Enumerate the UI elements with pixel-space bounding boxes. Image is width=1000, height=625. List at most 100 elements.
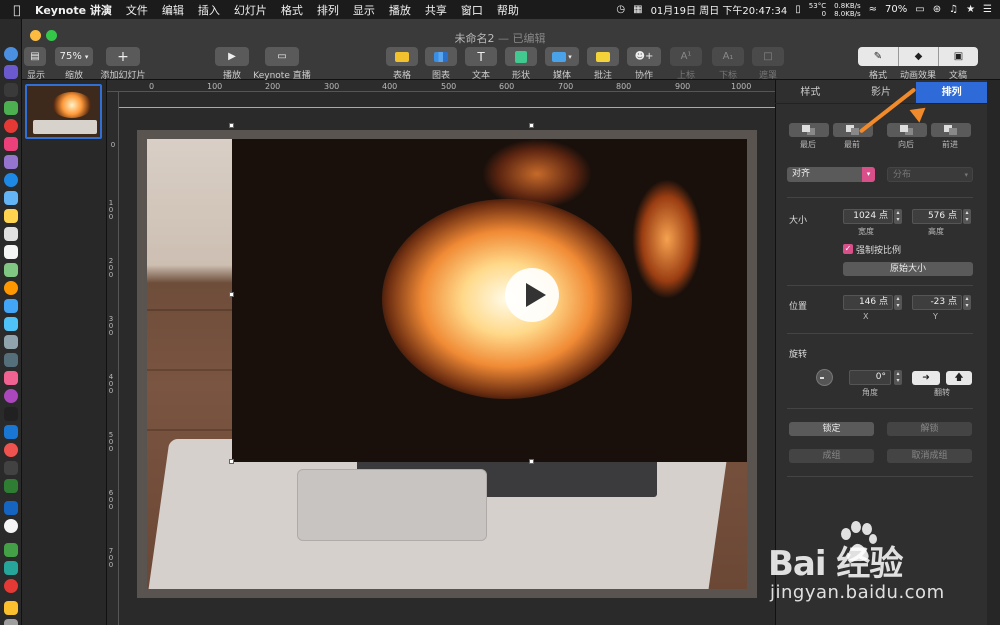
messages-dock-icon[interactable]	[4, 299, 18, 313]
send-backward-button[interactable]	[887, 123, 927, 137]
system-stats[interactable]: 53°C 0	[809, 2, 826, 18]
selection-handle[interactable]	[529, 459, 534, 464]
trash-dock-icon[interactable]	[4, 619, 18, 625]
safari-dock-icon[interactable]	[4, 173, 18, 187]
network-stats[interactable]: 0.8KB/s 8.0KB/s	[834, 2, 861, 18]
selection-handle[interactable]	[229, 292, 234, 297]
menu-share[interactable]: 共享	[425, 2, 447, 18]
photos-dock-icon[interactable]	[4, 281, 18, 295]
distribute-select[interactable]: 分布 ▾	[887, 167, 973, 182]
app-dock-icon[interactable]	[4, 501, 18, 515]
menu-play[interactable]: 播放	[389, 2, 411, 18]
phone-icon[interactable]: ▯	[795, 4, 801, 15]
datetime[interactable]: 01月19日 周日 下午20:47:34	[651, 2, 788, 17]
format-button[interactable]: ✎	[858, 47, 898, 66]
facetime-dock-icon[interactable]	[4, 317, 18, 331]
menu-slide[interactable]: 幻灯片	[234, 2, 267, 18]
apple-icon[interactable]: 	[6, 3, 28, 17]
chrome-dock-icon[interactable]	[4, 119, 18, 133]
app-store-dock-icon[interactable]	[4, 425, 18, 439]
android-dock-icon[interactable]	[4, 101, 18, 115]
battery-icon[interactable]: ▭	[915, 4, 924, 15]
collaborate-button[interactable]: ☻+	[627, 47, 661, 66]
app-dock-icon[interactable]	[4, 191, 18, 205]
app-dock-icon[interactable]	[4, 335, 18, 349]
comment-button[interactable]	[587, 47, 619, 66]
menu-help[interactable]: 帮助	[497, 2, 519, 18]
tab-style[interactable]: 样式	[775, 82, 846, 103]
bring-forward-button[interactable]	[931, 123, 971, 137]
x-field[interactable]: 146 点	[843, 295, 893, 310]
angle-field[interactable]: 0°	[849, 370, 891, 385]
wifi-icon[interactable]: ≈	[869, 4, 877, 15]
launchpad-dock-icon[interactable]	[4, 65, 18, 79]
selection-handle[interactable]	[229, 123, 234, 128]
y-field[interactable]: -23 点	[912, 295, 962, 310]
shape-button[interactable]	[505, 47, 537, 66]
selection-handle[interactable]	[229, 459, 234, 464]
notes-dock-icon[interactable]	[4, 209, 18, 223]
height-field[interactable]: 576 点	[912, 209, 962, 224]
chart-button[interactable]	[425, 47, 457, 66]
netease-music-dock-icon[interactable]	[4, 579, 18, 593]
reminders-dock-icon[interactable]	[4, 245, 18, 259]
document-button[interactable]: ▣	[938, 47, 978, 66]
menu-edit[interactable]: 编辑	[162, 2, 184, 18]
finder-dock-icon[interactable]	[4, 47, 18, 61]
menu-window[interactable]: 窗口	[461, 2, 483, 18]
lock-button[interactable]: 锁定	[789, 422, 874, 436]
align-select[interactable]: 对齐 ▾	[787, 167, 875, 182]
rotate-dial[interactable]	[816, 369, 833, 386]
add-slide-button[interactable]: +	[106, 47, 140, 66]
battery-percent[interactable]: 70%	[885, 4, 907, 15]
subscript-button[interactable]: A₁	[712, 47, 744, 66]
terminal-dock-icon[interactable]	[4, 461, 18, 475]
zoom-select[interactable]: 75% ▾	[55, 47, 93, 66]
text-button[interactable]: T	[465, 47, 497, 66]
music-dock-icon[interactable]	[4, 371, 18, 385]
superscript-button[interactable]: A¹	[670, 47, 702, 66]
movie-object[interactable]	[232, 139, 747, 462]
app-dock-icon[interactable]	[4, 137, 18, 151]
tab-arrange[interactable]: 排列	[916, 82, 988, 103]
angle-stepper[interactable]: ▴ ▾	[894, 370, 902, 385]
movie-play-button[interactable]	[505, 268, 559, 322]
x-stepper[interactable]: ▴ ▾	[894, 295, 902, 310]
view-button[interactable]: ▤	[24, 47, 46, 66]
calendar-icon[interactable]: ▦	[633, 4, 642, 15]
star-icon[interactable]: ★	[966, 4, 975, 15]
maps-dock-icon[interactable]	[4, 263, 18, 277]
bluetooth-icon[interactable]: ⊛	[933, 4, 941, 15]
slide-thumbnail[interactable]: •••	[25, 84, 102, 139]
media-button[interactable]: ▾	[545, 47, 579, 66]
volume-icon[interactable]: ♫	[949, 4, 958, 15]
send-to-back-button[interactable]	[789, 123, 829, 137]
width-field[interactable]: 1024 点	[843, 209, 893, 224]
ungroup-button[interactable]: 取消成组	[887, 449, 972, 463]
app-dock-icon[interactable]	[4, 155, 18, 169]
tv-dock-icon[interactable]	[4, 407, 18, 421]
play-button[interactable]: ▶	[215, 47, 249, 66]
table-button[interactable]	[386, 47, 418, 66]
wechat-dock-icon[interactable]	[4, 543, 18, 557]
menu-view[interactable]: 显示	[353, 2, 375, 18]
app-dock-icon[interactable]	[4, 561, 18, 575]
original-size-button[interactable]: 原始大小	[843, 262, 973, 276]
menu-format[interactable]: 格式	[281, 2, 303, 18]
group-button[interactable]: 成组	[789, 449, 874, 463]
animate-button[interactable]: ◆	[898, 47, 938, 66]
height-stepper[interactable]: ▴ ▾	[963, 209, 971, 224]
time-machine-icon[interactable]: ◷	[616, 4, 625, 15]
app-dock-icon[interactable]	[4, 83, 18, 97]
menu-app[interactable]: Keynote 讲演	[35, 2, 112, 18]
menu-insert[interactable]: 插入	[198, 2, 220, 18]
activity-monitor-dock-icon[interactable]	[4, 479, 18, 493]
constrain-proportions-checkbox[interactable]: ✓	[843, 244, 853, 254]
menu-list-icon[interactable]: ☰	[983, 4, 992, 15]
yandex-dock-icon[interactable]	[4, 519, 18, 533]
podcasts-dock-icon[interactable]	[4, 389, 18, 403]
keynote-live-button[interactable]: ▭	[265, 47, 299, 66]
flip-vertical-button[interactable]: 🡅	[946, 371, 972, 385]
width-stepper[interactable]: ▴ ▾	[894, 209, 902, 224]
menu-file[interactable]: 文件	[126, 2, 148, 18]
